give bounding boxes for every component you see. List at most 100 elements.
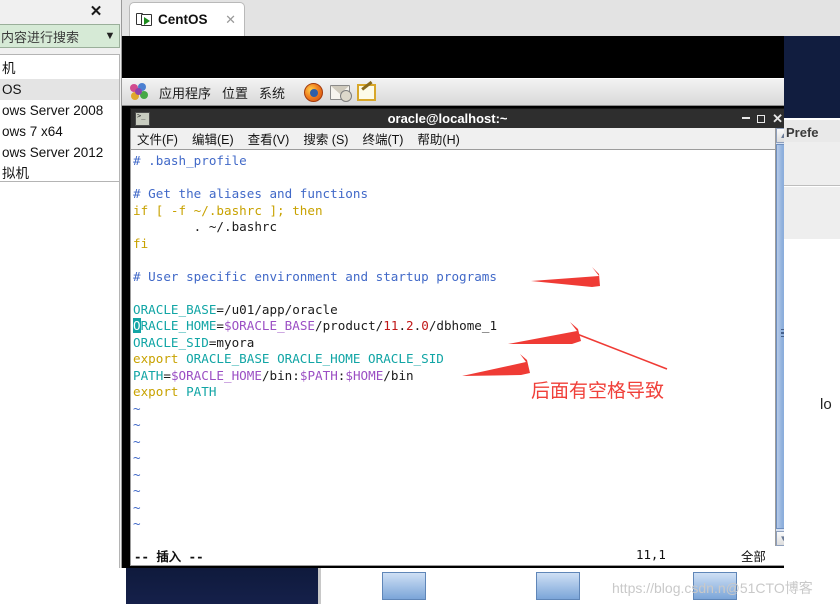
background-text-fragment: lo [820,396,832,413]
gnome-panel: 应用程序 位置 系统 [122,78,784,106]
menu-view[interactable]: 查看(V) [248,129,290,148]
background-panel-top [784,142,840,186]
chevron-down-icon[interactable]: ▼ [101,30,119,42]
vm-console-screen[interactable]: 应用程序 位置 系统 oracle@localhost:~ ✕ 文 [122,36,784,568]
taskbar-button-1[interactable] [382,572,426,600]
terminal-text-span: ORACLE_SID [133,334,209,350]
terminal-title-bar[interactable]: oracle@localhost:~ ✕ [130,108,784,128]
terminal-text-span: $PATH [299,367,338,383]
menu-search[interactable]: 搜索 (S) [303,129,348,148]
terminal-line: ~ [133,483,784,500]
terminal-text-span: ~ [133,499,141,515]
terminal-menu-bar: 文件(F) 编辑(E) 查看(V) 搜索 (S) 终端(T) 帮助(H) [130,128,784,150]
terminal-line: ~ [133,450,784,467]
terminal-text-span: ~ [133,450,141,465]
terminal-text-span: = [163,367,171,383]
terminal-text-span: fi [133,235,149,251]
terminal-text-span: /bin [383,367,414,383]
window-close-icon[interactable]: ✕ [772,112,783,125]
host-left-blank-area [0,182,120,580]
tab-close-icon[interactable]: ✕ [223,12,238,28]
terminal-line: if [ -f ~/.bashrc ]; then [133,203,784,220]
terminal-text-span: PATH [186,384,217,399]
terminal-line: fi [133,236,784,253]
terminal-line: ORACLE_SID=myora [133,335,784,352]
host-left-panel: ✕ 内容进行搜索 ▼ 机 OS ows Server 2008 ows 7 x6… [0,0,122,580]
mail-icon[interactable] [330,84,353,102]
list-item[interactable]: ows Server 2008 [0,100,119,121]
terminal-text-span: O [133,318,141,333]
vim-scroll-scope: 全部 [741,549,766,564]
list-item[interactable]: ows 7 x64 [0,121,119,142]
terminal-text-span: $ORACLE_BASE [224,318,316,333]
terminal-text-span: $HOME [345,367,384,383]
vm-item-label: ows Server 2008 [2,103,104,118]
background-window-right[interactable]: Prefe lo [784,36,840,568]
terminal-line: ~ [133,434,784,451]
search-input[interactable]: 内容进行搜索 ▼ [0,24,120,48]
terminal-line: # .bash_profile [133,153,784,170]
maximize-icon[interactable] [757,114,766,123]
annotation-text: 后面有空格导致 [531,380,665,402]
vim-cursor-position: 11,1 [636,547,666,562]
terminal-window[interactable]: oracle@localhost:~ ✕ 文件(F) 编辑(E) 查看(V) 搜… [130,108,784,568]
vm-library-list[interactable]: 机 OS ows Server 2008 ows 7 x64 ows Serve… [0,54,120,182]
terminal-line: ~ [133,516,784,533]
background-window-dark-area [784,36,840,118]
menu-file[interactable]: 文件(F) [137,129,178,148]
terminal-text-span: /dbhome_1 [428,318,498,333]
menu-help[interactable]: 帮助(H) [417,129,459,148]
terminal-text-span: PATH [133,367,164,383]
terminal-text-span: export [133,351,187,366]
vim-mode-indicator: -- 插入 -- [134,549,204,564]
tab-strip: CentOS ✕ [122,0,840,36]
terminal-line: export PATH [133,384,784,401]
menu-terminal[interactable]: 终端(T) [362,129,403,148]
terminal-text-span: /bin: [261,367,300,383]
panel-menu-places[interactable]: 位置 [222,83,248,102]
firefox-icon[interactable] [304,82,324,102]
terminal-line: ORACLE_HOME=$ORACLE_BASE/product/11.2.0/… [133,318,784,335]
terminal-text-span: ~ [133,400,141,416]
terminal-line: PATH=$ORACLE_HOME/bin:$PATH:$HOME/bin [133,368,784,385]
terminal-text-span: ~ [133,417,141,432]
list-item-selected[interactable]: OS [0,79,119,100]
terminal-text-span: if [ -f ~/.bashrc ]; then [133,202,323,218]
terminal-scrollbar[interactable]: ▲ ▼ [775,128,784,546]
list-item[interactable]: 拟机 [0,163,119,184]
panel-menu-system[interactable]: 系统 [259,83,285,102]
terminal-text-span: export [133,384,187,399]
terminal-text-span: =/u01/app/oracle [216,301,338,317]
terminal-text-span: =myora [208,334,255,350]
terminal-text-span: . [398,318,407,333]
terminal-text-span: /product/ [315,318,384,333]
terminal-text-span: 0 [421,318,429,333]
vm-item-label: 拟机 [2,166,29,181]
panel-launchers [304,82,377,102]
minimize-icon[interactable] [742,116,751,119]
list-item[interactable]: 机 [0,58,119,79]
close-icon[interactable]: ✕ [85,2,107,22]
text-editor-icon[interactable] [357,83,377,101]
scroll-down-icon[interactable]: ▼ [776,531,784,546]
vm-item-label: OS [2,82,22,97]
tab-centos[interactable]: CentOS ✕ [129,2,245,36]
terminal-line: export ORACLE_BASE ORACLE_HOME ORACLE_SI… [133,351,784,368]
list-item[interactable]: ows Server 2012 [0,142,119,163]
tab-label: CentOS [158,12,208,27]
terminal-text-span: ORACLE_BASE ORACLE_HOME ORACLE_SID [186,351,444,366]
taskbar-button-2[interactable] [536,572,580,600]
vm-item-label: 机 [2,61,16,76]
scrollbar-thumb[interactable] [776,144,784,529]
terminal-text-span: = [216,318,225,333]
terminal-title: oracle@localhost:~ [387,111,508,126]
scroll-up-icon[interactable]: ▲ [776,128,784,143]
terminal-text-span: ~ [133,516,141,531]
terminal-text-span: # Get the aliases and functions [133,186,369,201]
panel-menu-applications[interactable]: 应用程序 [159,83,211,102]
terminal-text-area[interactable]: # .bash_profile # Get the aliases and fu… [130,150,784,546]
terminal-text-span: # User specific environment and startup … [133,268,497,284]
menu-edit[interactable]: 编辑(E) [192,129,234,148]
